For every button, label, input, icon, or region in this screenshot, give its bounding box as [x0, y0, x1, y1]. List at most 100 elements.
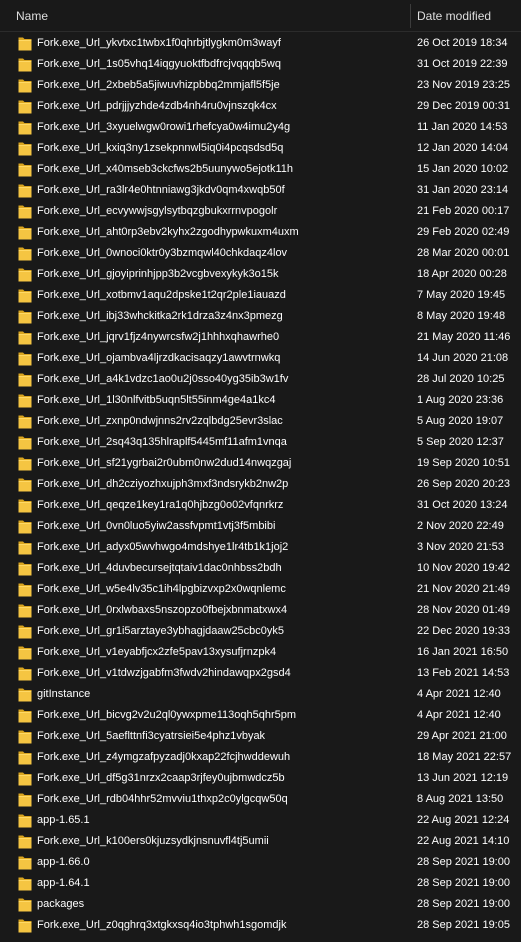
- folder-icon: [18, 183, 32, 198]
- file-name: Fork.exe_Url_zxnp0ndwjnns2rv2zqlbdg25evr…: [37, 415, 283, 427]
- file-row[interactable]: Fork.exe_Url_2xbeb5a5jiwuvhizpbbq2mmjafl…: [0, 75, 521, 96]
- file-row[interactable]: Fork.exe_Url_2sq43q135hlraplf5445mf11afm…: [0, 432, 521, 453]
- file-name: app-1.64.1: [37, 877, 90, 889]
- file-row[interactable]: Fork.exe_Url_gjoyiprinhjpp3b2vcgbvexykyk…: [0, 264, 521, 285]
- date-modified: 21 Feb 2020 00:17: [417, 205, 510, 217]
- folder-icon: [18, 393, 32, 408]
- date-modified: 29 Feb 2020 02:49: [417, 226, 510, 238]
- file-row[interactable]: Fork.exe_Url_kxiq3ny1zsekpnnwl5iq0i4pcqs…: [0, 138, 521, 159]
- folder-icon: [18, 57, 32, 72]
- folder-icon: [18, 351, 32, 366]
- date-modified: 28 Sep 2021 19:00: [417, 877, 510, 889]
- file-name: Fork.exe_Url_x40mseb3ckcfws2b5uunywo5ejo…: [37, 163, 293, 175]
- date-modified: 31 Jan 2020 23:14: [417, 184, 509, 196]
- file-row[interactable]: Fork.exe_Url_3xyuelwgw0rowi1rhefcya0w4im…: [0, 117, 521, 138]
- file-row[interactable]: Fork.exe_Url_4duvbecursejtqtaiv1dac0nhbs…: [0, 558, 521, 579]
- file-row[interactable]: app-1.65.1 22 Aug 2021 12:24: [0, 810, 521, 831]
- file-row[interactable]: Fork.exe_Url_zxnp0ndwjnns2rv2zqlbdg25evr…: [0, 411, 521, 432]
- file-row[interactable]: Fork.exe_Url_w5e4lv35c1ih4lpgbizvxp2x0wq…: [0, 579, 521, 600]
- file-name: Fork.exe_Url_ecvywwjsgylsytbqzgbukxrrnvp…: [37, 205, 278, 217]
- file-row[interactable]: Fork.exe_Url_x40mseb3ckcfws2b5uunywo5ejo…: [0, 159, 521, 180]
- folder-icon: [18, 99, 32, 114]
- file-name: app-1.66.0: [37, 856, 90, 868]
- file-name: Fork.exe_Url_v1tdwzjgabfm3fwdv2hindawqpx…: [37, 667, 291, 679]
- file-row[interactable]: Fork.exe_Url_0wnoci0ktr0y3bzmqwl40chkdaq…: [0, 243, 521, 264]
- file-name: Fork.exe_Url_w5e4lv35c1ih4lpgbizvxp2x0wq…: [37, 583, 286, 595]
- file-row[interactable]: Fork.exe_Url_sf21ygrbai2r0ubm0nw2dud14nw…: [0, 453, 521, 474]
- file-row[interactable]: packages 28 Sep 2021 19:00: [0, 894, 521, 915]
- date-modified: 2 Nov 2020 22:49: [417, 520, 504, 532]
- file-row[interactable]: Fork.exe_Url_0rxlwbaxs5nszopzo0fbejxbnma…: [0, 600, 521, 621]
- file-row[interactable]: Fork.exe_Url_rdb04hhr52mvviu1thxp2c0ylgc…: [0, 789, 521, 810]
- date-modified: 21 May 2020 11:46: [417, 331, 511, 343]
- file-row[interactable]: Fork.exe_Url_adyx05wvhwgo4mdshye1lr4tb1k…: [0, 537, 521, 558]
- file-row[interactable]: Fork.exe_Url_ra3lr4e0htnniawg3jkdv0qm4xw…: [0, 180, 521, 201]
- column-header-date-modified[interactable]: Date modified: [417, 9, 491, 23]
- file-row[interactable]: app-1.66.0 28 Sep 2021 19:00: [0, 852, 521, 873]
- date-modified: 3 Nov 2020 21:53: [417, 541, 504, 553]
- file-row[interactable]: Fork.exe_Url_qeqze1key1ra1q0hjbzg0o02vfq…: [0, 495, 521, 516]
- folder-icon: [18, 750, 32, 765]
- file-row[interactable]: Fork.exe_Url_1s05vhq14iqgyuoktfbdfrcjvqq…: [0, 54, 521, 75]
- file-row[interactable]: Fork.exe_Url_dh2cziyozhxujph3mxf3ndsrykb…: [0, 474, 521, 495]
- file-row[interactable]: Fork.exe_Url_pdrjjjyzhde4zdb4nh4ru0vjnsz…: [0, 96, 521, 117]
- file-row[interactable]: Fork.exe_Url_ecvywwjsgylsytbqzgbukxrrnvp…: [0, 201, 521, 222]
- file-row[interactable]: app-1.64.1 28 Sep 2021 19:00: [0, 873, 521, 894]
- folder-icon: [18, 309, 32, 324]
- column-divider[interactable]: [410, 4, 411, 28]
- file-row[interactable]: Fork.exe_Url_z0qghrq3xtgkxsq4io3tphwh1sg…: [0, 915, 521, 936]
- file-name: Fork.exe_Url_xotbmv1aqu2dpske1t2qr2ple1i…: [37, 289, 286, 301]
- file-row[interactable]: Fork.exe_Url_1l30nlfvitb5uqn5lt55inm4ge4…: [0, 390, 521, 411]
- file-row[interactable]: Fork.exe_Url_a4k1vdzc1ao0u2j0sso40yg35ib…: [0, 369, 521, 390]
- date-modified: 28 Sep 2021 19:00: [417, 898, 510, 910]
- date-modified: 23 Nov 2019 23:25: [417, 79, 510, 91]
- folder-icon: [18, 624, 32, 639]
- date-modified: 8 Aug 2021 13:50: [417, 793, 504, 805]
- folder-icon: [18, 330, 32, 345]
- folder-icon: [18, 687, 32, 702]
- date-modified: 22 Aug 2021 12:24: [417, 814, 510, 826]
- folder-icon: [18, 519, 32, 534]
- folder-icon: [18, 876, 32, 891]
- date-modified: 26 Sep 2020 20:23: [417, 478, 510, 490]
- file-name: Fork.exe_Url_1l30nlfvitb5uqn5lt55inm4ge4…: [37, 394, 276, 406]
- file-row[interactable]: Fork.exe_Url_z4ymgzafpyzadj0kxap22fcjhwd…: [0, 747, 521, 768]
- file-row[interactable]: Fork.exe_Url_0vn0luo5yiw2assfvpmt1vtj3f5…: [0, 516, 521, 537]
- file-name: Fork.exe_Url_v1eyabfjcx2zfe5pav13xysufjr…: [37, 646, 277, 658]
- date-modified: 28 Sep 2021 19:05: [417, 919, 510, 931]
- column-header-name[interactable]: Name: [16, 9, 48, 23]
- file-row[interactable]: Fork.exe_Url_bicvg2v2u2ql0ywxpme113oqh5q…: [0, 705, 521, 726]
- folder-icon: [18, 729, 32, 744]
- file-row[interactable]: Fork.exe_Url_5aeflttnfi3cyatrsiei5e4phz1…: [0, 726, 521, 747]
- file-row[interactable]: Fork.exe_Url_k100ers0kjuzsydkjnsnuvfl4tj…: [0, 831, 521, 852]
- folder-icon: [18, 435, 32, 450]
- file-list: Fork.exe_Url_ykvtxc1twbx1f0qhrbjtlygkm0m…: [0, 33, 521, 936]
- file-row[interactable]: Fork.exe_Url_v1eyabfjcx2zfe5pav13xysufjr…: [0, 642, 521, 663]
- file-row[interactable]: Fork.exe_Url_gr1i5arztaye3ybhagjdaaw25cb…: [0, 621, 521, 642]
- file-name: Fork.exe_Url_aht0rp3ebv2kyhx2zgodhypwkux…: [37, 226, 299, 238]
- folder-icon: [18, 120, 32, 135]
- file-name: Fork.exe_Url_ykvtxc1twbx1f0qhrbjtlygkm0m…: [37, 37, 281, 49]
- file-name: Fork.exe_Url_gr1i5arztaye3ybhagjdaaw25cb…: [37, 625, 285, 637]
- file-row[interactable]: Fork.exe_Url_aht0rp3ebv2kyhx2zgodhypwkux…: [0, 222, 521, 243]
- file-name: Fork.exe_Url_adyx05wvhwgo4mdshye1lr4tb1k…: [37, 541, 289, 553]
- file-row[interactable]: Fork.exe_Url_v1tdwzjgabfm3fwdv2hindawqpx…: [0, 663, 521, 684]
- date-modified: 11 Jan 2020 14:53: [417, 121, 508, 133]
- date-modified: 13 Feb 2021 14:53: [417, 667, 510, 679]
- file-name: Fork.exe_Url_jqrv1fjz4nywrcsfw2j1hhhxqha…: [37, 331, 280, 343]
- file-row[interactable]: Fork.exe_Url_jqrv1fjz4nywrcsfw2j1hhhxqha…: [0, 327, 521, 348]
- file-row[interactable]: Fork.exe_Url_ojambva4ljrzdkacisaqzy1awvt…: [0, 348, 521, 369]
- folder-icon: [18, 540, 32, 555]
- folder-icon: [18, 666, 32, 681]
- date-modified: 13 Jun 2021 12:19: [417, 772, 509, 784]
- file-row[interactable]: Fork.exe_Url_ibj33whckitka2rk1drza3z4nx3…: [0, 306, 521, 327]
- file-name: Fork.exe_Url_0wnoci0ktr0y3bzmqwl40chkdaq…: [37, 247, 288, 259]
- folder-icon: [18, 708, 32, 723]
- date-modified: 10 Nov 2020 19:42: [417, 562, 510, 574]
- file-row[interactable]: Fork.exe_Url_df5g31nrzx2caap3rjfey0ujbmw…: [0, 768, 521, 789]
- file-row[interactable]: Fork.exe_Url_ykvtxc1twbx1f0qhrbjtlygkm0m…: [0, 33, 521, 54]
- file-row[interactable]: gitInstance 4 Apr 2021 12:40: [0, 684, 521, 705]
- folder-icon: [18, 372, 32, 387]
- file-row[interactable]: Fork.exe_Url_xotbmv1aqu2dpske1t2qr2ple1i…: [0, 285, 521, 306]
- date-modified: 28 Mar 2020 00:01: [417, 247, 510, 259]
